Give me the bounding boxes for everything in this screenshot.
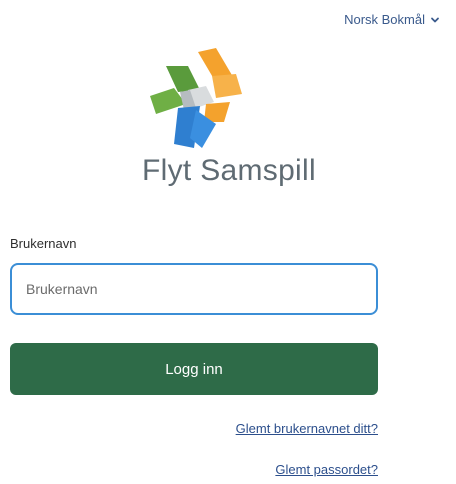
brand-name: Flyt Samspill: [142, 154, 316, 187]
username-label: Brukernavn: [10, 236, 77, 251]
forgot-password-link[interactable]: Glemt passordet?: [275, 462, 378, 477]
username-input[interactable]: [10, 263, 378, 315]
flyt-samspill-logo-icon: [150, 48, 242, 148]
language-label: Norsk Bokmål: [344, 12, 425, 27]
chevron-down-icon: [431, 17, 439, 22]
forgot-username-link[interactable]: Glemt brukernavnet ditt?: [236, 421, 378, 436]
language-selector[interactable]: Norsk Bokmål: [344, 12, 440, 27]
login-page: Norsk Bokmål Flyt Samspill Brukernavn Lo…: [0, 0, 456, 484]
login-button[interactable]: Logg inn: [10, 343, 378, 395]
